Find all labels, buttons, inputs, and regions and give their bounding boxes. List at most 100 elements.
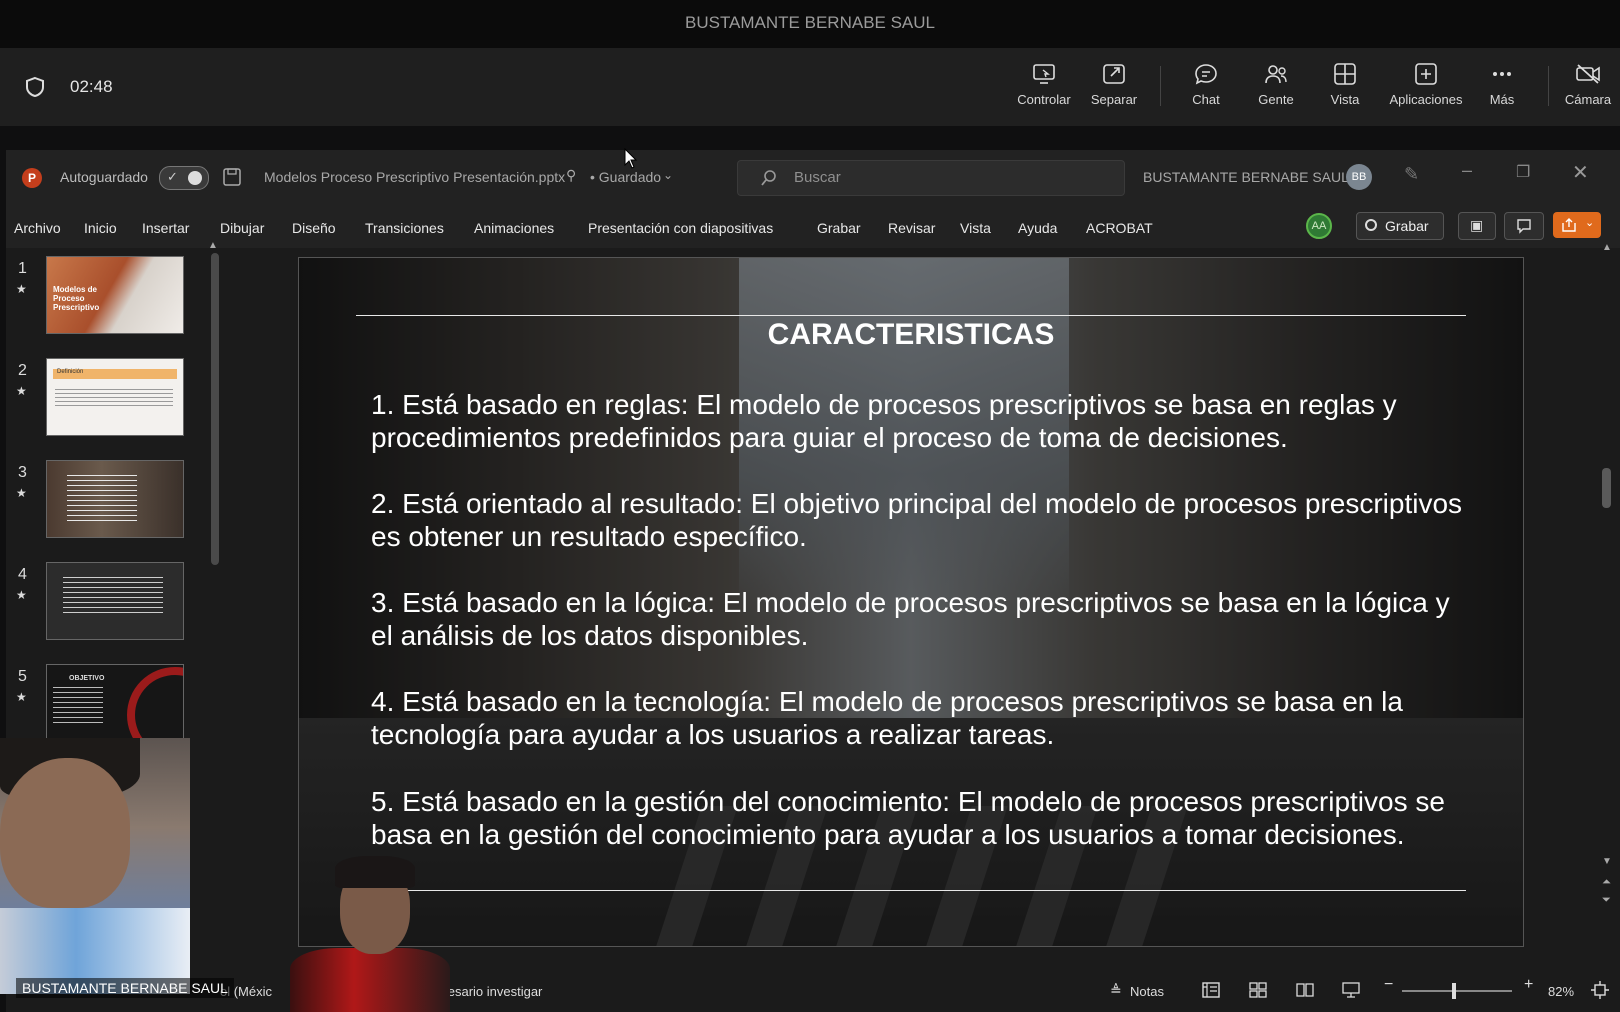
tab-acrobat[interactable]: ACROBAT — [1086, 220, 1153, 236]
slide-sorter-icon[interactable] — [1249, 982, 1267, 998]
next-slide-icon[interactable]: ⏷ — [1602, 894, 1611, 907]
separate-button[interactable]: Separar — [1076, 62, 1152, 107]
accessibility-status[interactable]: ecesario investigar — [434, 984, 542, 999]
slide-canvas[interactable]: CARACTERISTICAS 1. Está basado en reglas… — [298, 257, 1524, 947]
scrollbar-thumb[interactable] — [1602, 468, 1611, 508]
teams-icon: ▣ — [1470, 217, 1484, 233]
zoom-out-icon[interactable]: − — [1384, 976, 1393, 994]
participant-video-self[interactable] — [290, 848, 450, 1012]
slide-point-5[interactable]: 5. Está basado en la gestión del conocim… — [371, 785, 1471, 851]
notes-button[interactable]: ≜ Notas — [1110, 980, 1170, 1002]
camera-button[interactable]: Cámara — [1556, 62, 1620, 107]
checkmark-icon: ✓ — [167, 169, 178, 184]
share-button[interactable]: ⌄ — [1553, 212, 1601, 238]
teams-present-button[interactable]: ▣ — [1458, 212, 1496, 240]
slide-scrollbar[interactable]: ▲ ▼ ⏶ ⏷ — [1600, 242, 1614, 968]
tab-diseno[interactable]: Diseño — [292, 220, 336, 236]
record-label: Grabar — [1385, 218, 1429, 234]
search-box[interactable]: Buscar — [737, 160, 1125, 196]
tab-ayuda[interactable]: Ayuda — [1018, 220, 1057, 236]
people-button[interactable]: Gente — [1238, 62, 1314, 107]
slide-point-3[interactable]: 3. Está basado en la lógica: El modelo d… — [371, 586, 1471, 652]
tab-dibujar[interactable]: Dibujar — [220, 220, 264, 236]
save-icon[interactable] — [222, 167, 242, 187]
tab-vista[interactable]: Vista — [960, 220, 991, 236]
avatar[interactable]: BB — [1346, 164, 1372, 190]
normal-view-icon[interactable] — [1202, 982, 1220, 998]
slide-point-2[interactable]: 2. Está orientado al resultado: El objet… — [371, 487, 1471, 553]
powerpoint-logo-letter: P — [27, 171, 36, 185]
bottom-divider-line — [356, 890, 1466, 891]
view-label: Vista — [1330, 92, 1360, 107]
thumbnail-number: 5 — [18, 668, 27, 685]
ribbon-tabs: Archivo Inicio Insertar Dibujar Diseño T… — [6, 204, 1620, 248]
slide-point-1[interactable]: 1. Está basado en reglas: El modelo de p… — [371, 388, 1471, 454]
tab-presentacion[interactable]: Presentación con diapositivas — [588, 220, 773, 236]
tab-animaciones[interactable]: Animaciones — [474, 220, 554, 236]
avatar-initials: BB — [1351, 171, 1367, 183]
teams-title-bar: BUSTAMANTE BERNABE SAUL — [0, 0, 1620, 48]
zoom-slider[interactable] — [1402, 983, 1512, 999]
collaborator-avatar[interactable]: AA — [1306, 213, 1332, 239]
autosave-toggle[interactable]: ✓ — [159, 166, 209, 190]
apps-label: Aplicaciones — [1389, 92, 1463, 107]
previous-slide-icon[interactable]: ⏶ — [1602, 876, 1611, 889]
minimize-icon[interactable]: – — [1462, 160, 1472, 181]
comments-button[interactable] — [1504, 212, 1544, 240]
animation-star-icon: ★ — [16, 282, 27, 296]
thumbnail-text: Modelos de Proceso Prescriptivo — [53, 285, 100, 312]
file-name[interactable]: Modelos Proceso Prescriptivo Presentació… — [264, 169, 565, 185]
slide-title[interactable]: CARACTERISTICAS — [299, 318, 1523, 352]
powerpoint-window: P Autoguardado ✓ Modelos Proceso Prescri… — [6, 150, 1620, 1012]
zoom-slider-thumb[interactable] — [1452, 983, 1456, 999]
pen-icon[interactable]: ✎ — [1404, 164, 1419, 185]
slide-point-4[interactable]: 4. Está basado en la tecnología: El mode… — [371, 685, 1471, 751]
animation-star-icon: ★ — [16, 384, 27, 398]
more-button[interactable]: Más — [1464, 62, 1540, 107]
people-icon — [1265, 65, 1287, 84]
zoom-level[interactable]: 82% — [1548, 984, 1574, 999]
slide-thumbnail-5[interactable]: OBJETIVO — [46, 664, 184, 742]
toolbar-divider — [1548, 66, 1549, 106]
view-button[interactable]: Vista — [1307, 62, 1383, 107]
thumbnail-text-lines — [55, 389, 173, 407]
tab-archivo[interactable]: Archivo — [14, 220, 61, 236]
camera-label: Cámara — [1564, 92, 1612, 107]
thumbnail-scrollbar[interactable] — [211, 253, 219, 565]
fit-to-window-icon[interactable] — [1590, 980, 1610, 1000]
tab-insertar[interactable]: Insertar — [142, 220, 189, 236]
slideshow-icon[interactable] — [1342, 981, 1360, 999]
tab-revisar[interactable]: Revisar — [888, 220, 935, 236]
control-button[interactable]: Controlar — [1006, 62, 1082, 107]
slide-thumbnail-3[interactable] — [46, 460, 184, 538]
scroll-up-arrow-icon[interactable]: ▲ — [208, 240, 218, 251]
powerpoint-logo-icon: P — [22, 168, 42, 188]
record-button[interactable]: Grabar — [1356, 212, 1444, 240]
record-icon — [1365, 219, 1377, 231]
zoom-in-icon[interactable]: + — [1524, 976, 1533, 994]
more-label: Más — [1489, 92, 1515, 107]
slide-thumbnail-4[interactable] — [46, 562, 184, 640]
meeting-timer: 02:48 — [70, 77, 113, 96]
tab-grabar[interactable]: Grabar — [817, 220, 861, 236]
thumbnail-number: 1 — [18, 260, 27, 277]
scroll-up-arrow-icon[interactable]: ▲ — [1602, 242, 1612, 253]
participant-name-label: BUSTAMANTE BERNABE SAUL — [16, 978, 234, 998]
animation-star-icon: ★ — [16, 486, 27, 500]
tab-transiciones[interactable]: Transiciones — [365, 220, 444, 236]
close-icon[interactable]: ✕ — [1572, 160, 1589, 185]
participant-video-main[interactable] — [0, 738, 190, 994]
restore-icon[interactable]: ❐ — [1516, 162, 1530, 182]
chat-button[interactable]: Chat — [1168, 62, 1244, 107]
scroll-down-arrow-icon[interactable]: ▼ — [1602, 856, 1612, 867]
chat-label: Chat — [1192, 92, 1220, 107]
search-placeholder: Buscar — [794, 169, 841, 186]
slide-thumbnail-2[interactable]: Definición — [46, 358, 184, 436]
thumbnail-text: OBJETIVO — [69, 675, 105, 682]
tab-inicio[interactable]: Inicio — [84, 220, 117, 236]
account-name[interactable]: BUSTAMANTE BERNABE SAUL — [1143, 169, 1349, 185]
save-status[interactable]: • Guardado — [590, 169, 661, 185]
slide-thumbnail-1[interactable]: Modelos de Proceso Prescriptivo — [46, 256, 184, 334]
reading-view-icon[interactable] — [1296, 982, 1314, 998]
apps-button[interactable]: Aplicaciones — [1378, 62, 1474, 107]
